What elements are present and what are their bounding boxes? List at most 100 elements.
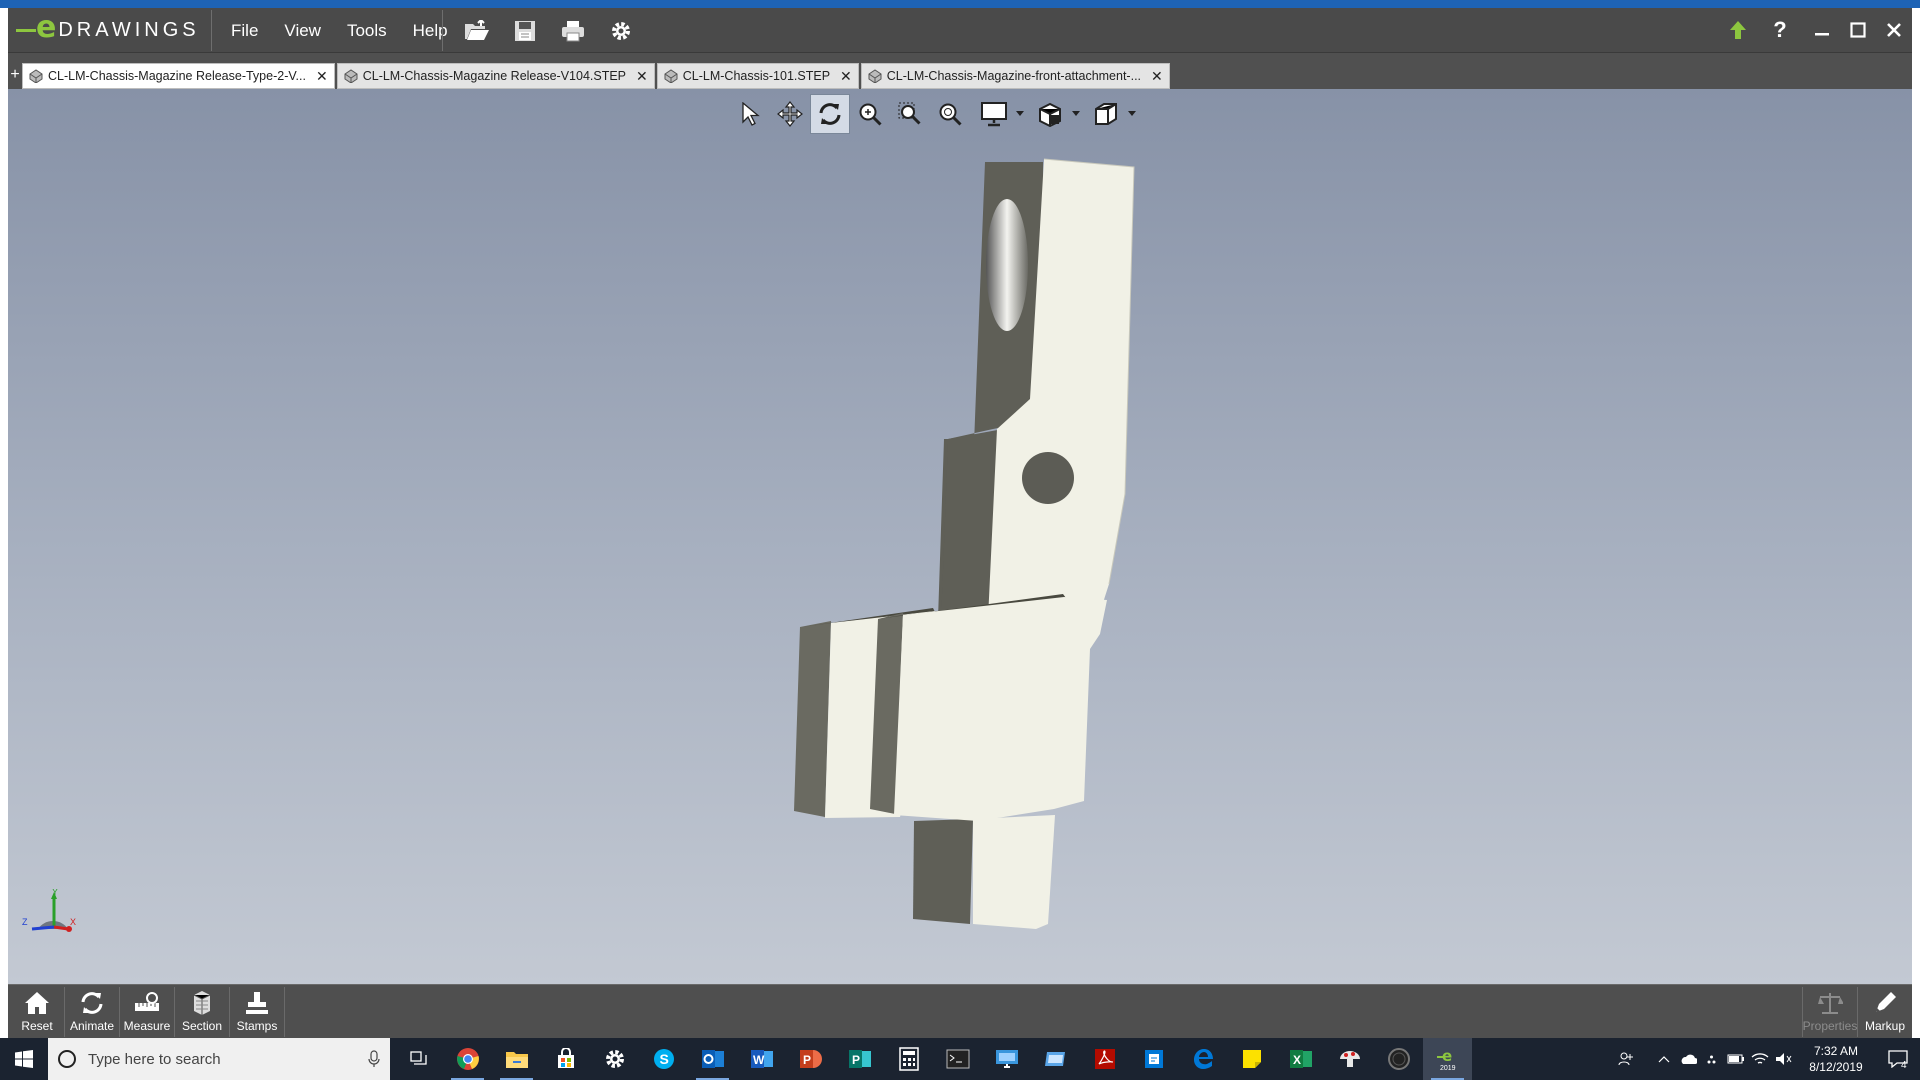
clock-time: 7:32 AM	[1813, 1044, 1859, 1058]
task-view-icon[interactable]	[394, 1038, 443, 1080]
people-icon[interactable]	[1614, 1038, 1638, 1080]
tab-document-2[interactable]: CL-LM-Chassis-Magazine Release-V104.STEP…	[336, 63, 655, 89]
excel-icon[interactable]: X	[1276, 1038, 1325, 1080]
tab-document-3[interactable]: CL-LM-Chassis-101.STEP ✕	[656, 63, 859, 89]
edrawings-window: e DRAWINGS File View Tools Help ? + CL-L…	[8, 8, 1912, 1038]
triad-y-label: Y	[52, 889, 58, 897]
rotate-icon[interactable]	[810, 94, 850, 134]
notifications-icon[interactable]: 4	[1876, 1038, 1920, 1080]
tab-document-1[interactable]: CL-LM-Chassis-Magazine Release-Type-2-V.…	[22, 63, 335, 89]
chevron-down-icon[interactable]	[1070, 94, 1082, 134]
taskbar-apps: S W P P X e 2019	[394, 1038, 1472, 1080]
terminal-icon[interactable]	[933, 1038, 982, 1080]
tab-close-icon[interactable]: ✕	[316, 68, 328, 85]
battery-icon[interactable]	[1724, 1038, 1748, 1080]
mushroom-app-icon[interactable]	[1325, 1038, 1374, 1080]
markup-button[interactable]: Markup	[1857, 987, 1912, 1037]
properties-icon	[1817, 987, 1843, 1019]
menu-file[interactable]: File	[218, 18, 271, 44]
word-icon[interactable]: W	[737, 1038, 786, 1080]
select-icon[interactable]	[730, 94, 770, 134]
standard-views-icon[interactable]	[1086, 94, 1126, 134]
file-explorer-icon[interactable]	[492, 1038, 541, 1080]
start-button[interactable]	[0, 1038, 48, 1080]
tab-document-4[interactable]: CL-LM-Chassis-Magazine-front-attachment-…	[860, 63, 1170, 89]
system-tray: 7:32 AM 8/12/2019 4	[1614, 1038, 1920, 1080]
chrome-icon[interactable]	[443, 1038, 492, 1080]
section-button[interactable]: Section	[175, 987, 230, 1037]
remote-app-icon[interactable]	[1031, 1038, 1080, 1080]
view-orientation-icon[interactable]	[1030, 94, 1070, 134]
tab-close-icon[interactable]: ✕	[636, 68, 648, 85]
open-icon[interactable]	[453, 16, 501, 46]
command-bar: Reset Animate Measure Section Stamps Pro…	[8, 984, 1912, 1038]
svg-text:X: X	[1293, 1053, 1301, 1067]
svg-text:2019: 2019	[1440, 1065, 1456, 1072]
settings-icon[interactable]	[597, 16, 645, 46]
sticky-notes-icon[interactable]	[1227, 1038, 1276, 1080]
section-label: Section	[181, 1019, 223, 1033]
skype-icon[interactable]: S	[639, 1038, 688, 1080]
menu-view[interactable]: View	[271, 18, 334, 44]
display-style-icon[interactable]	[974, 94, 1014, 134]
clock[interactable]: 7:32 AM 8/12/2019	[1796, 1043, 1876, 1075]
powerpoint-icon[interactable]: P	[786, 1038, 835, 1080]
edrawings-taskbar-icon[interactable]: e 2019	[1423, 1038, 1472, 1080]
wifi-icon[interactable]	[1748, 1038, 1772, 1080]
publisher-icon[interactable]: P	[835, 1038, 884, 1080]
calculator-icon[interactable]	[884, 1038, 933, 1080]
animate-button[interactable]: Animate	[65, 987, 120, 1037]
zoom-icon[interactable]	[930, 94, 970, 134]
markup-icon	[1872, 987, 1898, 1019]
menu-help[interactable]: Help	[400, 18, 461, 44]
reset-label: Reset	[21, 1019, 53, 1033]
tab-close-icon[interactable]: ✕	[840, 68, 852, 85]
3d-part-model[interactable]	[768, 149, 1148, 949]
svg-text:P: P	[803, 1053, 811, 1067]
help-icon[interactable]: ?	[1756, 8, 1804, 52]
volume-icon[interactable]	[1772, 1038, 1796, 1080]
search-placeholder: Type here to search	[88, 1050, 221, 1068]
home-icon	[24, 987, 50, 1019]
stamps-button[interactable]: Stamps	[230, 987, 285, 1037]
edge-icon[interactable]	[1178, 1038, 1227, 1080]
app-logo: e DRAWINGS	[16, 10, 200, 46]
sticky-app-icon[interactable]	[1129, 1038, 1178, 1080]
store-icon[interactable]	[541, 1038, 590, 1080]
update-icon[interactable]	[1720, 8, 1756, 52]
onedrive-icon[interactable]	[1676, 1038, 1700, 1080]
graphics-viewport[interactable]: Y X Z	[8, 89, 1912, 984]
chevron-down-icon[interactable]	[1014, 94, 1026, 134]
maximize-icon[interactable]	[1840, 8, 1876, 52]
zoom-to-fit-icon[interactable]	[850, 94, 890, 134]
microphone-icon[interactable]	[368, 1050, 380, 1068]
cloud-sync-icon[interactable]	[1700, 1038, 1724, 1080]
search-box[interactable]: Type here to search	[48, 1038, 390, 1080]
notification-count: 4	[1901, 1060, 1907, 1071]
measure-button[interactable]: Measure	[120, 987, 175, 1037]
triad-x-label: X	[70, 917, 76, 927]
reset-button[interactable]: Reset	[10, 987, 65, 1037]
tab-close-icon[interactable]: ✕	[1151, 68, 1163, 85]
zoom-to-area-icon[interactable]	[890, 94, 930, 134]
chevron-up-icon[interactable]	[1652, 1038, 1676, 1080]
new-tab-button[interactable]: +	[8, 65, 22, 85]
settings-app-icon[interactable]	[590, 1038, 639, 1080]
chevron-down-icon[interactable]	[1126, 94, 1138, 134]
menu-tools[interactable]: Tools	[334, 18, 400, 44]
close-icon[interactable]	[1876, 8, 1912, 52]
properties-button[interactable]: Properties	[1802, 987, 1857, 1037]
print-icon[interactable]	[549, 16, 597, 46]
divider	[211, 10, 212, 51]
windows-icon	[15, 1050, 33, 1068]
outlook-icon[interactable]	[688, 1038, 737, 1080]
pan-icon[interactable]	[770, 94, 810, 134]
save-icon[interactable]	[501, 16, 549, 46]
circle-app-icon[interactable]	[1374, 1038, 1423, 1080]
minimize-icon[interactable]	[1804, 8, 1840, 52]
animate-icon	[78, 987, 106, 1019]
triad-z-label: Z	[22, 917, 28, 927]
tab-label: CL-LM-Chassis-Magazine-front-attachment-…	[886, 69, 1142, 83]
acrobat-icon[interactable]	[1080, 1038, 1129, 1080]
remote-desktop-icon[interactable]	[982, 1038, 1031, 1080]
